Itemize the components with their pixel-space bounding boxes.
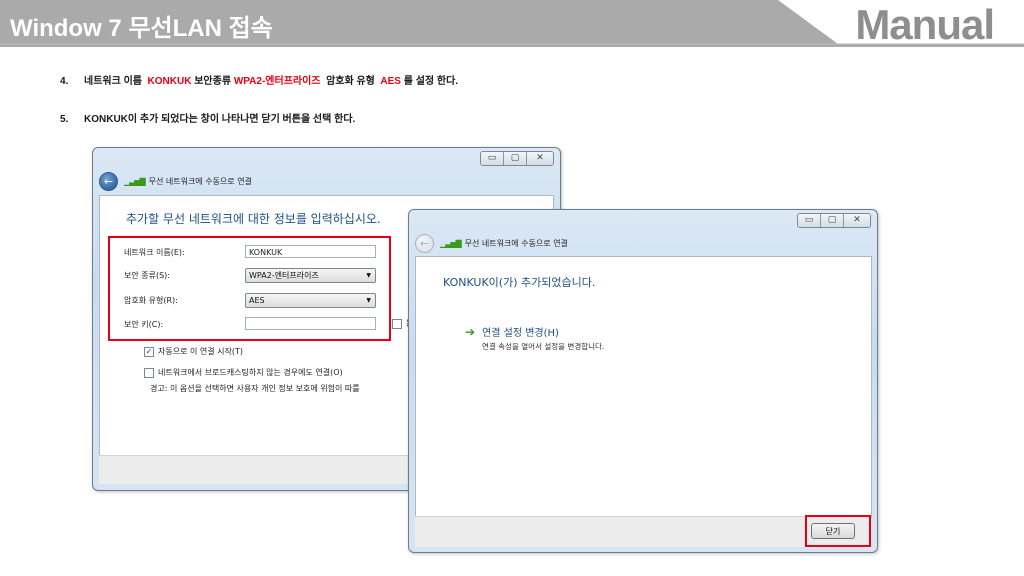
security-type-highlight: WPA2-엔터프라이즈 (233, 76, 321, 87)
step-text: 보안종류 (194, 76, 232, 87)
checkbox-box (392, 318, 402, 329)
step-text: 를 설정 한다. (403, 76, 459, 87)
maximize-icon[interactable]: ▢ (504, 152, 527, 165)
encryption-highlight: AES (380, 76, 401, 87)
highlight-box-form (108, 236, 391, 341)
step-text: 암호화 유형 (326, 76, 375, 87)
back-arrow-icon[interactable]: ← (99, 172, 118, 191)
header-bar: Window 7 무선LAN 접속 Manual (0, 0, 1024, 48)
window-title: 무선 네트워크에 수동으로 연결 (148, 177, 252, 186)
connection-added-window: ▭ ▢ ✕ ← ▁▃▅▇ 무선 네트워크에 수동으로 연결 KONKUK이(가)… (408, 209, 878, 553)
wifi-signal-icon: ▁▃▅▇ (124, 177, 146, 186)
step-text: 네트워크 이름 (84, 76, 142, 87)
minimize-icon[interactable]: ▭ (481, 152, 504, 165)
window-title: 무선 네트워크에 수동으로 연결 (464, 239, 568, 248)
nav-bar: ← ▁▃▅▇ 무선 네트워크에 수동으로 연결 (415, 234, 568, 253)
step-number: 4. (60, 76, 69, 87)
auto-connect-checkbox[interactable]: ✓ 자동으로 이 연결 시작(T) (144, 346, 243, 357)
wifi-signal-icon: ▁▃▅▇ (440, 239, 462, 248)
network-name-highlight: KONKUK (147, 76, 192, 87)
change-settings-label: 연결 설정 변경(H) (482, 328, 559, 339)
step-4: 4. 네트워크 이름 KONKUK 보안종류 WPA2-엔터프라이즈 암호화 유형… (60, 72, 458, 87)
step-number: 5. (60, 114, 69, 125)
nav-bar: ← ▁▃▅▇ 무선 네트워크에 수동으로 연결 (99, 172, 252, 191)
change-settings-description: 연결 속성을 열어서 설정을 변경합니다. (482, 342, 605, 351)
minimize-icon[interactable]: ▭ (798, 214, 821, 227)
window-controls: ▭ ▢ ✕ (480, 151, 554, 166)
page-title: Window 7 무선LAN 접속 (10, 15, 273, 42)
change-settings-link[interactable]: ➔ 연결 설정 변경(H) (465, 324, 559, 340)
result-content: KONKUK이(가) 추가되었습니다. ➔ 연결 설정 변경(H) 연결 속성을… (415, 256, 872, 518)
auto-connect-label: 자동으로 이 연결 시작(T) (158, 347, 243, 356)
maximize-icon[interactable]: ▢ (821, 214, 844, 227)
checkbox-box (144, 367, 154, 378)
step-5: 5. KONKUK이 추가 되었다는 창이 나타나면 닫기 버튼을 선택 한다. (60, 110, 355, 125)
back-arrow-icon[interactable]: ← (415, 234, 434, 253)
green-arrow-icon: ➔ (465, 324, 476, 339)
step-text: KONKUK이 추가 되었다는 창이 나타나면 닫기 버튼을 선택 한다. (84, 114, 356, 125)
result-heading: KONKUK이(가) 추가되었습니다. (443, 276, 596, 289)
brand-logo: Manual (855, 1, 995, 48)
window-controls: ▭ ▢ ✕ (797, 213, 871, 228)
warning-text: 경고: 이 옵션을 선택하면 사용자 개인 정보 보호에 위험이 따를 (150, 384, 360, 393)
form-heading: 추가할 무선 네트워크에 대한 정보를 입력하십시오. (126, 212, 381, 226)
broadcast-label: 네트워크에서 브로드캐스팅하지 않는 경우에도 연결(O) (158, 368, 343, 377)
highlight-box-close (805, 515, 871, 547)
close-icon[interactable]: ✕ (527, 152, 553, 165)
close-icon[interactable]: ✕ (844, 214, 870, 227)
checkmark-icon: ✓ (144, 346, 154, 357)
window-footer (415, 516, 870, 547)
broadcast-checkbox[interactable]: 네트워크에서 브로드캐스팅하지 않는 경우에도 연결(O) (144, 367, 343, 378)
